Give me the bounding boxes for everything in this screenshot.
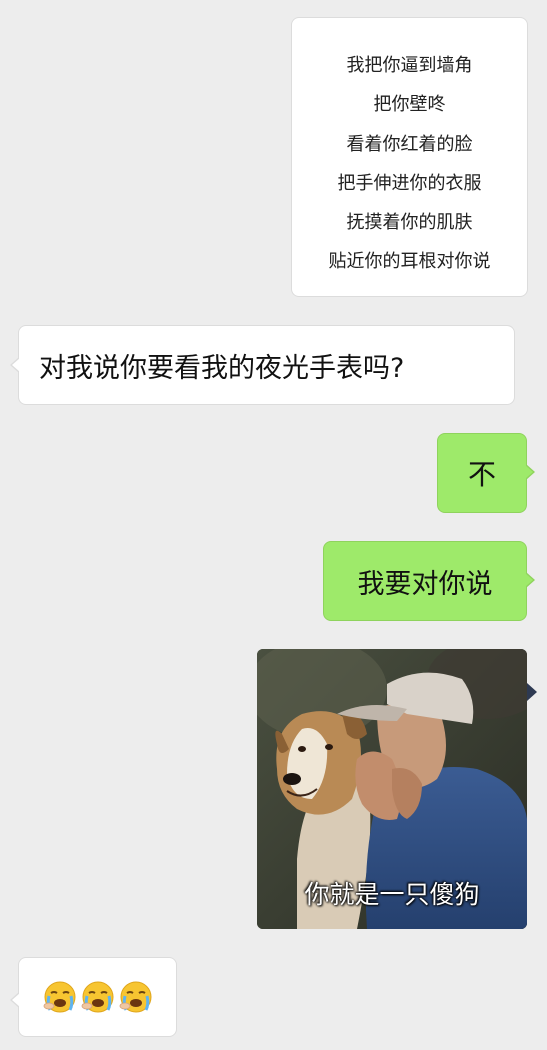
message-bubble-poem[interactable]: 我把你逼到墙角 把你壁咚 看着你红着的脸 把手伸进你的衣服 抚摸着你的肌肤 贴近… xyxy=(291,17,528,297)
image-bubble-tail xyxy=(527,683,537,701)
message-bubble-emoji[interactable] xyxy=(10,957,177,1037)
message-text: 我要对你说 xyxy=(357,568,493,600)
message-bubble-received[interactable]: 对我说你要看我的夜光手表吗? xyxy=(10,325,515,405)
message-image[interactable]: 你就是一只傻狗 xyxy=(257,649,527,929)
message-text: 不 xyxy=(467,458,496,491)
message-line: 我把你逼到墙角 xyxy=(346,55,473,76)
message-line: 把手伸进你的衣服 xyxy=(337,172,482,194)
meme-caption: 你就是一只傻狗 xyxy=(304,880,480,909)
message-line: 贴近你的耳根对你说 xyxy=(328,251,491,273)
crying-face-icon xyxy=(43,981,75,1013)
message-text: 对我说你要看我的夜光手表吗? xyxy=(39,352,405,384)
crying-face-icon xyxy=(119,981,151,1013)
message-bubble-sent[interactable]: 不 xyxy=(437,433,535,513)
message-line: 抚摸着你的肌肤 xyxy=(346,212,473,234)
crying-face-icon xyxy=(81,981,113,1013)
message-bubble-sent[interactable]: 我要对你说 xyxy=(323,541,535,621)
message-line: 把你壁咚 xyxy=(373,94,446,116)
message-line: 看着你红着的脸 xyxy=(346,133,473,155)
